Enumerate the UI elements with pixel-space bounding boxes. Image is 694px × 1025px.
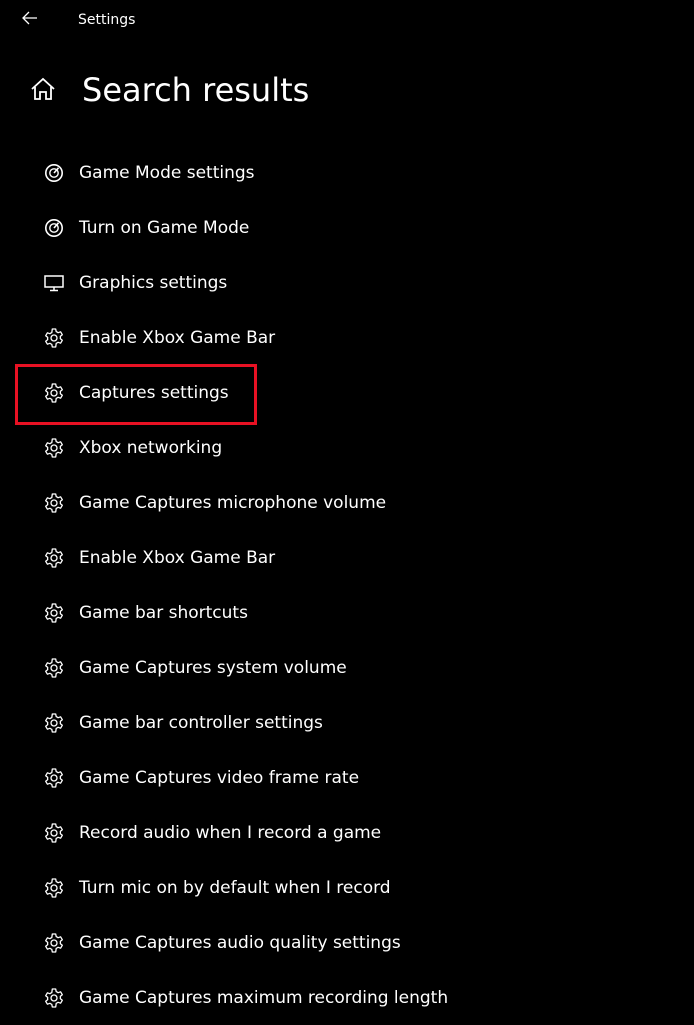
- gear-icon: [43, 767, 65, 789]
- result-item[interactable]: Game Captures microphone volume: [0, 475, 694, 530]
- result-item[interactable]: Game Captures video frame rate: [0, 750, 694, 805]
- result-item[interactable]: Game bar controller settings: [0, 695, 694, 750]
- gear-icon: [43, 932, 65, 954]
- result-label: Game Mode settings: [79, 163, 255, 183]
- result-label: Captures settings: [79, 383, 229, 403]
- result-item[interactable]: Graphics settings: [0, 255, 694, 310]
- gear-icon: [43, 327, 65, 349]
- gear-icon: [43, 987, 65, 1009]
- gear-icon: [43, 712, 65, 734]
- back-button[interactable]: [17, 6, 43, 32]
- back-arrow-icon: [22, 10, 38, 29]
- result-label: Game bar shortcuts: [79, 603, 248, 623]
- gear-icon: [43, 547, 65, 569]
- result-label: Game bar controller settings: [79, 713, 323, 733]
- gear-icon: [43, 657, 65, 679]
- gear-icon: [43, 437, 65, 459]
- result-item[interactable]: Record audio when I record a game: [0, 805, 694, 860]
- gear-icon: [43, 877, 65, 899]
- home-button[interactable]: [30, 77, 56, 105]
- gear-icon: [43, 602, 65, 624]
- result-item[interactable]: Enable Xbox Game Bar: [0, 530, 694, 585]
- result-item[interactable]: Game Mode settings: [0, 145, 694, 200]
- gear-icon: [43, 822, 65, 844]
- result-item[interactable]: Enable Xbox Game Bar: [0, 310, 694, 365]
- result-label: Xbox networking: [79, 438, 223, 458]
- result-label: Enable Xbox Game Bar: [79, 548, 276, 568]
- page-title: Search results: [82, 71, 310, 109]
- result-label: Game Captures video frame rate: [79, 768, 360, 788]
- result-label: Turn mic on by default when I record: [79, 878, 391, 898]
- title-bar: Settings: [0, 0, 694, 40]
- result-label: Game Captures microphone volume: [79, 493, 387, 513]
- gear-icon: [43, 382, 65, 404]
- result-item[interactable]: Game Captures system volume: [0, 640, 694, 695]
- result-label: Record audio when I record a game: [79, 823, 382, 843]
- result-item[interactable]: Game Captures audio quality settings: [0, 915, 694, 970]
- result-item[interactable]: Xbox networking: [0, 420, 694, 475]
- result-item[interactable]: Turn mic on by default when I record: [0, 860, 694, 915]
- app-title: Settings: [78, 12, 136, 28]
- monitor-icon: [43, 272, 65, 294]
- result-label: Game Captures maximum recording length: [79, 988, 449, 1008]
- gauge-icon: [43, 162, 65, 184]
- result-label: Turn on Game Mode: [79, 218, 250, 238]
- result-item[interactable]: Turn on Game Mode: [0, 200, 694, 255]
- gauge-icon: [43, 217, 65, 239]
- result-item[interactable]: Game bar shortcuts: [0, 585, 694, 640]
- home-icon: [30, 77, 56, 105]
- search-results-list: Game Mode settings Turn on Game Mode Graph…: [0, 145, 694, 1025]
- result-label: Game Captures audio quality settings: [79, 933, 401, 953]
- gear-icon: [43, 492, 65, 514]
- page-header: Search results: [0, 66, 694, 116]
- result-label: Graphics settings: [79, 273, 228, 293]
- result-label: Enable Xbox Game Bar: [79, 328, 276, 348]
- result-label: Game Captures system volume: [79, 658, 347, 678]
- result-item[interactable]: Captures settings: [0, 365, 694, 420]
